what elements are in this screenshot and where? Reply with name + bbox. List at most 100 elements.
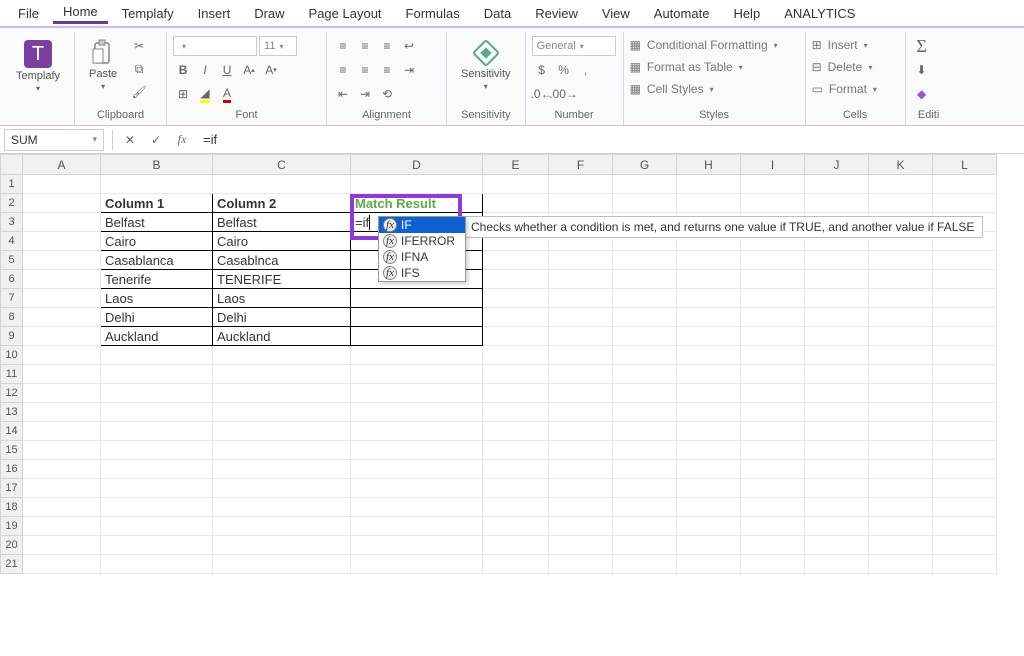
cell[interactable]: [613, 536, 677, 555]
cell[interactable]: [869, 270, 933, 289]
cell[interactable]: [483, 422, 549, 441]
cell[interactable]: [677, 175, 741, 194]
cell[interactable]: TENERIFE: [213, 270, 351, 289]
cell[interactable]: [483, 308, 549, 327]
cell[interactable]: [869, 365, 933, 384]
name-box[interactable]: SUM▾: [4, 129, 104, 151]
cell[interactable]: [483, 479, 549, 498]
formula-autocomplete[interactable]: fxIF fxIFERROR fxIFNA fxIFS: [378, 216, 466, 282]
cell[interactable]: [869, 327, 933, 346]
cell[interactable]: [483, 251, 549, 270]
column-header[interactable]: L: [933, 155, 997, 175]
cell[interactable]: Delhi: [213, 308, 351, 327]
cell[interactable]: [23, 479, 101, 498]
cell[interactable]: [483, 346, 549, 365]
cell[interactable]: [677, 555, 741, 574]
cell[interactable]: [677, 517, 741, 536]
cell[interactable]: [933, 479, 997, 498]
cell[interactable]: [23, 460, 101, 479]
cell[interactable]: [933, 555, 997, 574]
row-header[interactable]: 5: [1, 251, 23, 270]
cell[interactable]: [101, 479, 213, 498]
cell[interactable]: [549, 270, 613, 289]
cell[interactable]: [805, 498, 869, 517]
format-painter-button[interactable]: 🖌: [129, 82, 149, 102]
menu-insert[interactable]: Insert: [188, 4, 241, 23]
cell[interactable]: [741, 536, 805, 555]
cell[interactable]: [613, 384, 677, 403]
cell[interactable]: [933, 460, 997, 479]
cell[interactable]: [869, 251, 933, 270]
merge-button[interactable]: ⇥: [399, 60, 419, 80]
cell[interactable]: [933, 441, 997, 460]
formula-input[interactable]: =if: [195, 132, 1024, 147]
cell[interactable]: [101, 517, 213, 536]
cell[interactable]: [741, 517, 805, 536]
cell[interactable]: [933, 346, 997, 365]
cell[interactable]: [869, 308, 933, 327]
menu-templafy[interactable]: Templafy: [112, 4, 184, 23]
menu-file[interactable]: File: [8, 4, 49, 23]
cell[interactable]: [613, 175, 677, 194]
column-header[interactable]: G: [613, 155, 677, 175]
cell[interactable]: [549, 346, 613, 365]
cell[interactable]: [933, 308, 997, 327]
cell[interactable]: [213, 175, 351, 194]
autocomplete-item[interactable]: fxIFERROR: [379, 233, 465, 249]
cell[interactable]: [933, 270, 997, 289]
cell[interactable]: Belfast: [101, 213, 213, 232]
copy-button[interactable]: ⧉: [129, 59, 149, 79]
cell[interactable]: [549, 479, 613, 498]
cell[interactable]: [549, 289, 613, 308]
cell[interactable]: [351, 308, 483, 327]
align-bottom-button[interactable]: ≡: [377, 36, 397, 56]
cell[interactable]: [741, 194, 805, 213]
sensitivity-button[interactable]: Sensitivity ▾: [453, 36, 519, 95]
delete-cells-button[interactable]: ⊟Delete▾: [812, 58, 899, 76]
cell[interactable]: [677, 536, 741, 555]
cell[interactable]: [613, 479, 677, 498]
cell[interactable]: [23, 194, 101, 213]
row-header[interactable]: 10: [1, 346, 23, 365]
cell[interactable]: [549, 251, 613, 270]
cell[interactable]: [741, 308, 805, 327]
paste-button[interactable]: Paste ▾: [81, 36, 125, 95]
cell[interactable]: [351, 403, 483, 422]
underline-button[interactable]: U: [217, 60, 237, 80]
menu-automate[interactable]: Automate: [644, 4, 720, 23]
row-header[interactable]: 8: [1, 308, 23, 327]
cell[interactable]: [869, 460, 933, 479]
cell[interactable]: [483, 289, 549, 308]
cell[interactable]: [23, 365, 101, 384]
column-header[interactable]: [1, 155, 23, 175]
cell[interactable]: [613, 422, 677, 441]
cell[interactable]: [351, 517, 483, 536]
cell[interactable]: [213, 441, 351, 460]
cell[interactable]: [101, 422, 213, 441]
cell[interactable]: [483, 327, 549, 346]
cell[interactable]: [549, 517, 613, 536]
cell[interactable]: [549, 555, 613, 574]
cell[interactable]: [483, 270, 549, 289]
menu-view[interactable]: View: [592, 4, 640, 23]
cell[interactable]: [741, 384, 805, 403]
cell[interactable]: [933, 403, 997, 422]
cell[interactable]: [351, 460, 483, 479]
row-header[interactable]: 2: [1, 194, 23, 213]
fill-color-button[interactable]: ◢: [195, 84, 215, 104]
cell[interactable]: [933, 536, 997, 555]
cell[interactable]: [549, 441, 613, 460]
cell[interactable]: [677, 365, 741, 384]
cell[interactable]: [23, 175, 101, 194]
cell[interactable]: [613, 460, 677, 479]
row-header[interactable]: 16: [1, 460, 23, 479]
autocomplete-item[interactable]: fxIFS: [379, 265, 465, 281]
cell[interactable]: [101, 536, 213, 555]
comma-button[interactable]: ,: [576, 60, 596, 80]
cell[interactable]: [677, 289, 741, 308]
autocomplete-item[interactable]: fxIFNA: [379, 249, 465, 265]
cell[interactable]: [741, 555, 805, 574]
column-header[interactable]: C: [213, 155, 351, 175]
bold-button[interactable]: B: [173, 60, 193, 80]
cell[interactable]: [677, 308, 741, 327]
